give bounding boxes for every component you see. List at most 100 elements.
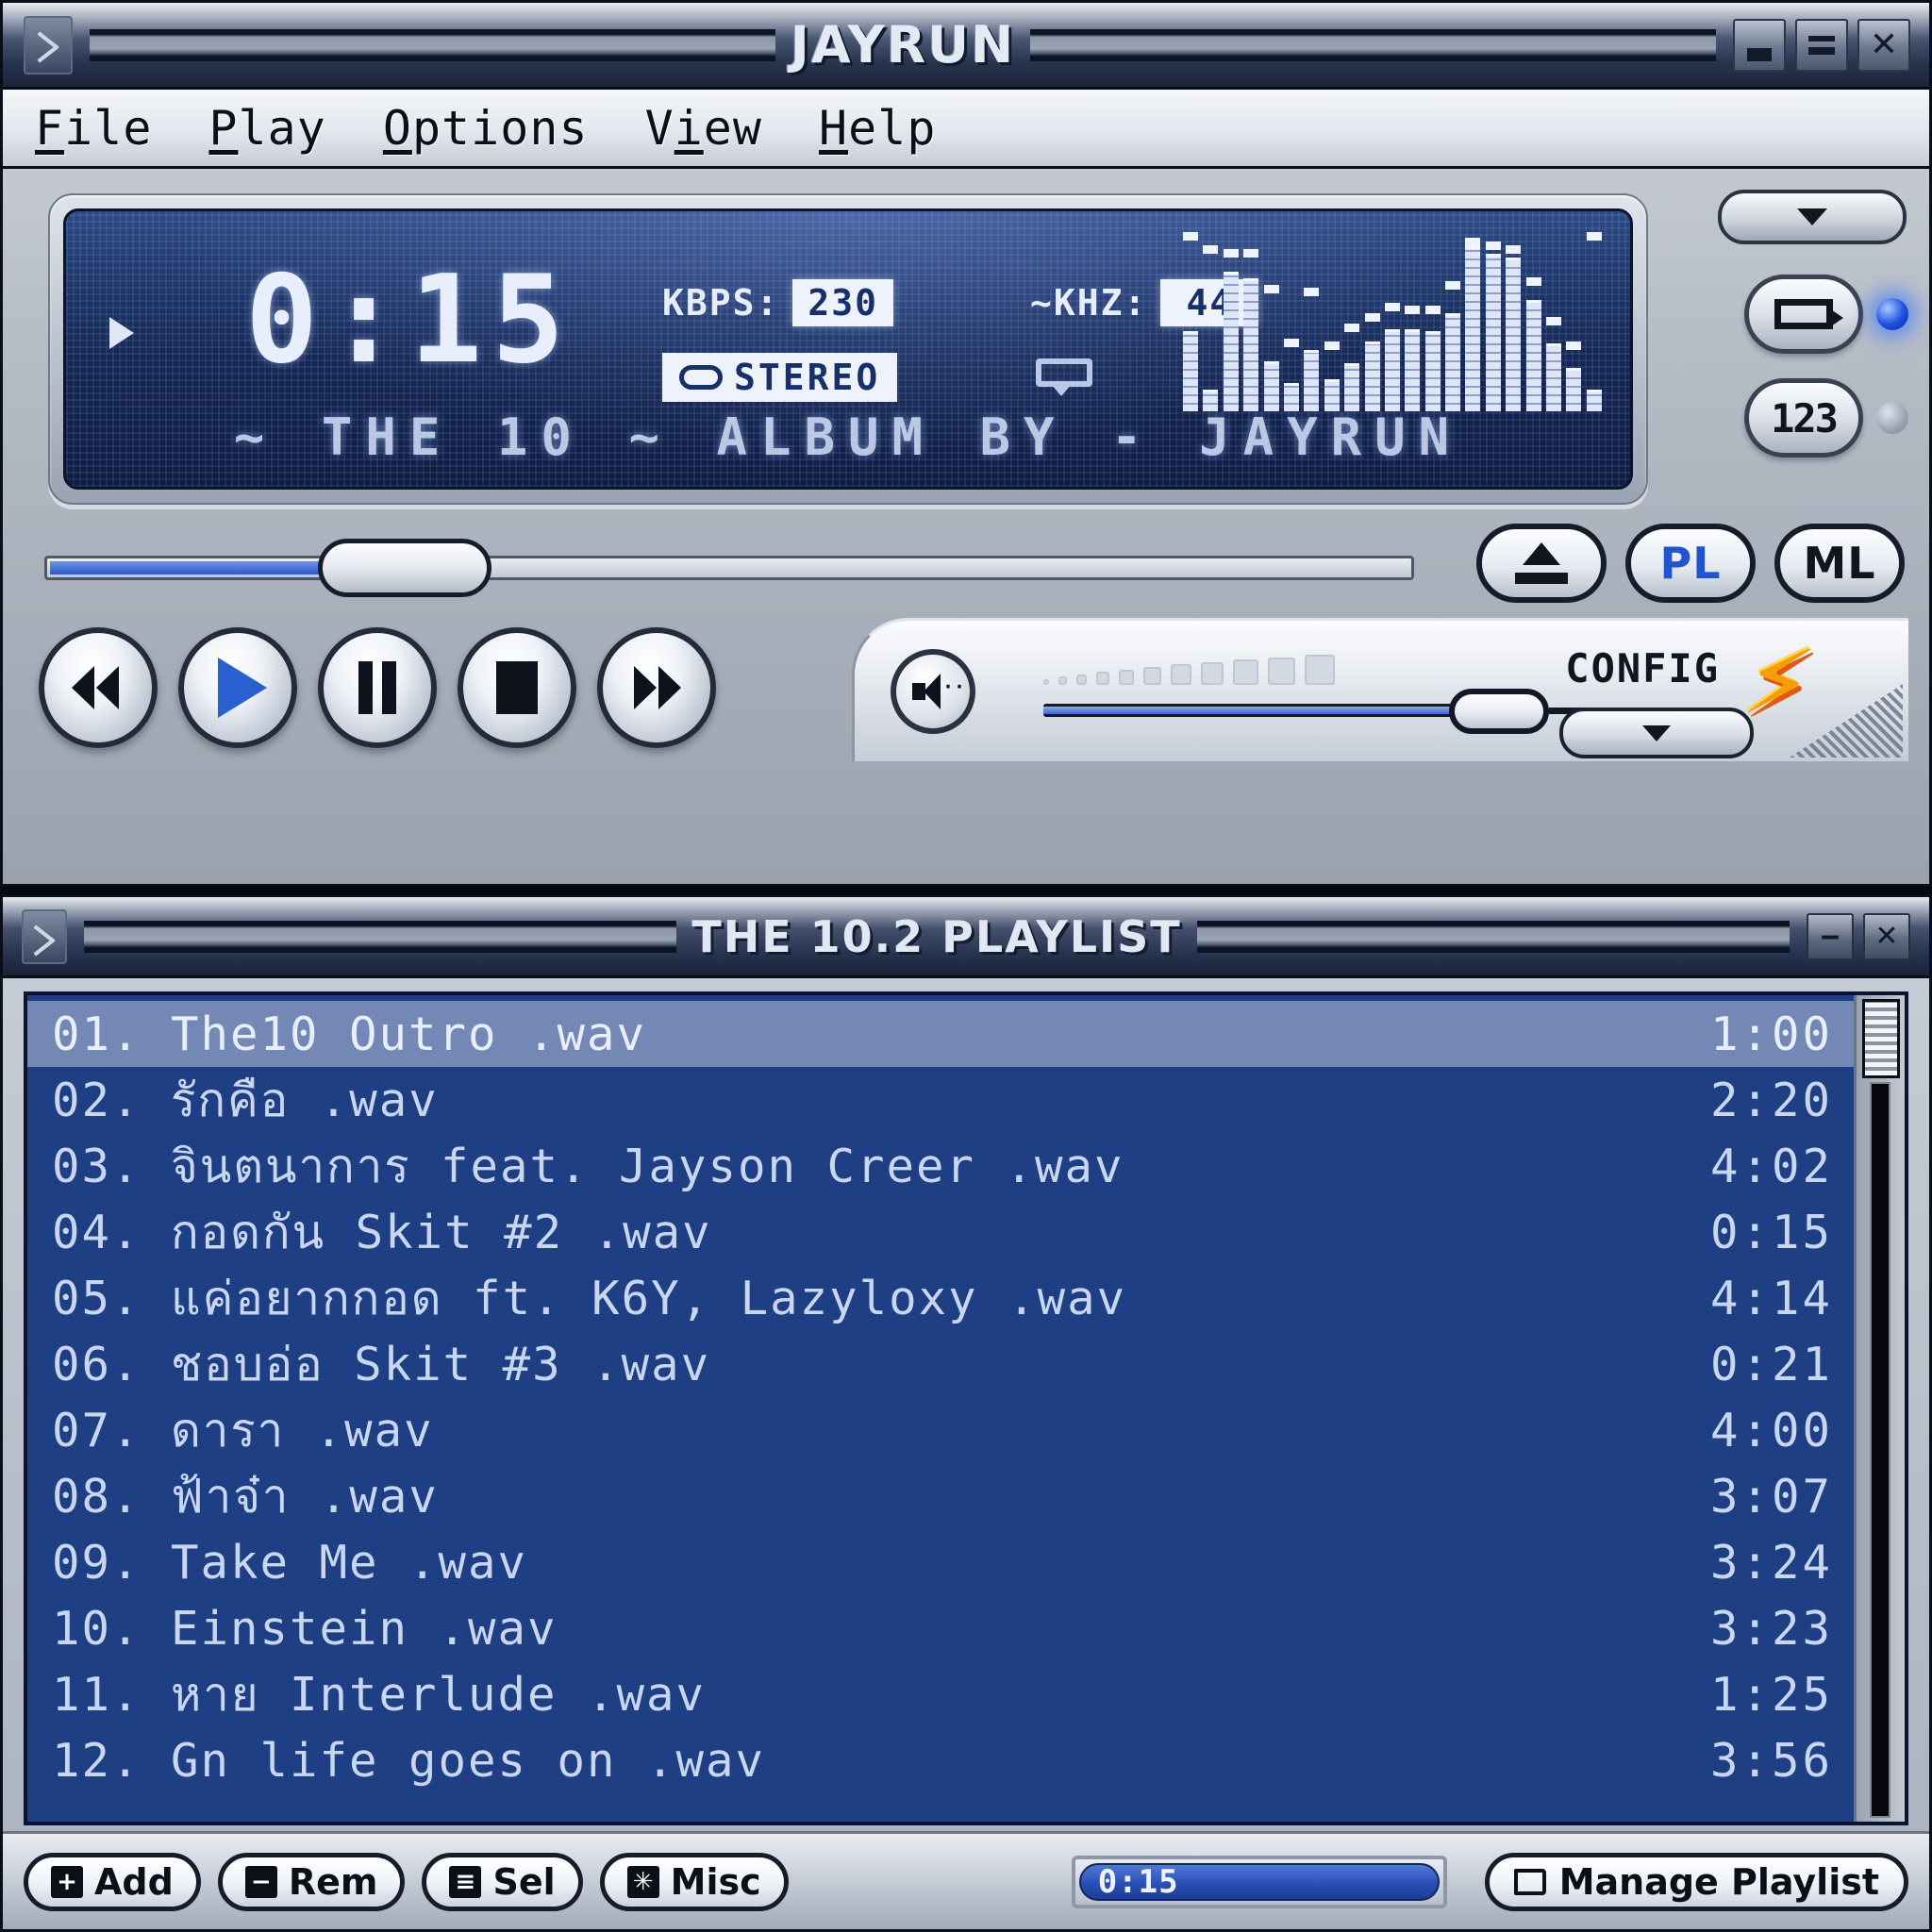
playlist-row[interactable]: 04. กอดกัน Skit #2 .wav 0:15 xyxy=(27,1199,1854,1265)
spectrum-bar-peak xyxy=(1324,341,1340,351)
bitrate-readout: KBPS: 230 xyxy=(662,279,894,326)
minimize-icon xyxy=(1735,21,1784,70)
spectrum-bar xyxy=(1304,232,1320,411)
playlist-row[interactable]: 03. จินตนาการ feat. Jayson Creer .wav 4:0… xyxy=(27,1133,1854,1199)
preset-dropdown-button[interactable] xyxy=(1718,190,1907,244)
spectrum-bar xyxy=(1586,232,1602,411)
spectrum-bar xyxy=(1324,232,1340,411)
shade-button[interactable] xyxy=(1795,18,1848,72)
lcd-display[interactable]: 0:15 KBPS: 230 ~KHZ: 44 STEREO ~ THE 10 … xyxy=(63,208,1633,490)
seek-bar[interactable] xyxy=(44,539,1414,597)
volume-tick xyxy=(1170,664,1191,685)
menu-play[interactable]: Play xyxy=(208,101,325,156)
playlist-row-title: 12. Gn life goes on .wav xyxy=(52,1733,766,1788)
volume-speaker-button[interactable]: ·· xyxy=(891,649,975,734)
play-status-icon xyxy=(109,317,134,349)
close-icon: ✕ xyxy=(1874,920,1899,953)
eject-icon xyxy=(1515,542,1568,584)
seek-track[interactable] xyxy=(44,556,1414,580)
playlist-close-button[interactable]: ✕ xyxy=(1863,912,1910,960)
playlist-toggle-button[interactable]: PL xyxy=(1625,524,1756,603)
spectrum-bar xyxy=(1344,232,1360,411)
menu-file[interactable]: File xyxy=(35,101,152,156)
playlist-row[interactable]: 07. ดารา .wav 4:00 xyxy=(27,1397,1854,1463)
next-button[interactable] xyxy=(597,627,716,748)
shuffle-row: 123 xyxy=(1744,378,1908,458)
previous-button[interactable] xyxy=(39,627,158,748)
main-titlebar[interactable]: JAYRUN xyxy=(3,3,1929,90)
playlist-shade-button[interactable]: ‒ xyxy=(1807,912,1854,960)
spectrum-bar-peak xyxy=(1203,244,1219,254)
playlist-row-title: 04. กอดกัน Skit #2 .wav xyxy=(52,1206,712,1259)
pause-button[interactable] xyxy=(318,627,437,748)
add-button[interactable]: + Add xyxy=(24,1852,201,1911)
playlist-row[interactable]: 12. Gn life goes on .wav 3:56 xyxy=(27,1727,1854,1793)
close-button[interactable] xyxy=(1857,18,1910,72)
titlebar-groove-left xyxy=(90,28,775,61)
spectrum-bar-peak xyxy=(1424,306,1441,315)
misc-button[interactable]: ✳ Misc xyxy=(599,1852,789,1911)
config-dropdown-button[interactable] xyxy=(1559,708,1754,758)
spectrum-bar-peak xyxy=(1183,232,1198,241)
asterisk-icon: ✳ xyxy=(626,1865,659,1898)
library-toggle-button[interactable]: ML xyxy=(1774,524,1905,603)
spectrum-bar xyxy=(1465,232,1481,411)
menu-bar: File Play Options Vi ew Help xyxy=(3,90,1929,169)
volume-panel: ·· CONFIG ⚡ xyxy=(852,609,1908,761)
playlist-window-controls: ‒ ✕ xyxy=(1807,912,1910,960)
minimize-button[interactable] xyxy=(1733,18,1786,72)
playlist-track-list[interactable]: 01. The10 Outro .wav 1:00 02. รักคือ .wav 2… xyxy=(24,991,1908,1825)
spectrum-bar-fill xyxy=(1364,341,1380,411)
playlist-row-duration: 4:14 xyxy=(1709,1271,1833,1325)
scrollbar-thumb[interactable] xyxy=(1862,999,1900,1078)
playlist-row[interactable]: 06. ชอบอ่อ Skit #3 .wav 0:21 xyxy=(27,1331,1854,1397)
playlist-window: THE 10.2 PLAYLIST ‒ ✕ 01. The10 Outro .w… xyxy=(0,894,1932,1932)
spectrum-bar-peak xyxy=(1304,288,1320,297)
menu-help[interactable]: Help xyxy=(819,101,936,156)
playlist-groove-left xyxy=(84,920,677,953)
stop-button[interactable] xyxy=(458,627,576,748)
seek-thumb[interactable] xyxy=(318,539,492,597)
playlist-scrollbar[interactable] xyxy=(1854,995,1905,1822)
time-display[interactable]: 0:15 xyxy=(245,260,574,381)
volume-thumb[interactable] xyxy=(1449,689,1549,734)
spectrum-bar-peak xyxy=(1525,277,1541,286)
track-title-text: ~ THE 10 ~ ALBUM BY - JAYRUN xyxy=(233,407,1463,467)
playlist-row[interactable]: 10. Einstein .wav 3:23 xyxy=(27,1595,1854,1661)
spectrum-bar-peak xyxy=(1384,302,1400,311)
playlist-row-title: 09. Take Me .wav xyxy=(52,1535,528,1590)
menu-view[interactable]: Vi ew xyxy=(645,101,762,156)
spectrum-bar-peak xyxy=(1364,313,1380,322)
playlist-logo-icon[interactable] xyxy=(22,908,67,964)
playlist-row-title: 06. ชอบอ่อ Skit #3 .wav xyxy=(52,1338,711,1391)
shade-icon: ‒ xyxy=(1820,920,1840,953)
playlist-row[interactable]: 01. The10 Outro .wav 1:00 xyxy=(27,1001,1854,1067)
spectrum-bar-peak xyxy=(1263,284,1279,293)
playlist-row[interactable]: 08. ฟ้าจ๋า .wav 3:07 xyxy=(27,1463,1854,1529)
repeat-button[interactable] xyxy=(1744,275,1863,354)
playlist-row[interactable]: 09. Take Me .wav 3:24 xyxy=(27,1529,1854,1595)
spectrum-bar-peak xyxy=(1586,232,1602,241)
select-button[interactable]: ≡ Sel xyxy=(422,1852,583,1911)
volume-track[interactable] xyxy=(1043,704,1491,717)
playlist-elapsed-bar[interactable]: 0:15 xyxy=(1071,1855,1447,1908)
spectrum-bar-peak xyxy=(1465,238,1481,247)
volume-tick xyxy=(1075,674,1087,685)
remove-button[interactable]: − Rem xyxy=(217,1852,406,1911)
menu-options[interactable]: Options xyxy=(383,101,589,156)
playlist-row[interactable]: 05. แค่อยากกอด ft. K6Y, Lazyloxy .wav 4:1… xyxy=(27,1265,1854,1331)
spectrum-bar-peak xyxy=(1445,280,1461,290)
spectrum-analyzer xyxy=(1183,232,1602,411)
eject-button[interactable] xyxy=(1476,524,1607,603)
playlist-row[interactable]: 11. หาย Interlude .wav 1:25 xyxy=(27,1661,1854,1727)
repeat-led xyxy=(1876,298,1908,330)
winamp-logo-icon[interactable] xyxy=(24,15,73,75)
shuffle-button[interactable]: 123 xyxy=(1744,378,1863,458)
volume-tick xyxy=(1095,672,1109,685)
playlist-row[interactable]: 02. รักคือ .wav 2:20 xyxy=(27,1067,1854,1133)
add-label: Add xyxy=(94,1860,174,1903)
manage-playlist-button[interactable]: Manage Playlist xyxy=(1484,1852,1908,1911)
playlist-titlebar[interactable]: THE 10.2 PLAYLIST ‒ ✕ xyxy=(3,897,1929,978)
window-controls xyxy=(1733,18,1910,72)
play-button[interactable] xyxy=(178,627,297,748)
